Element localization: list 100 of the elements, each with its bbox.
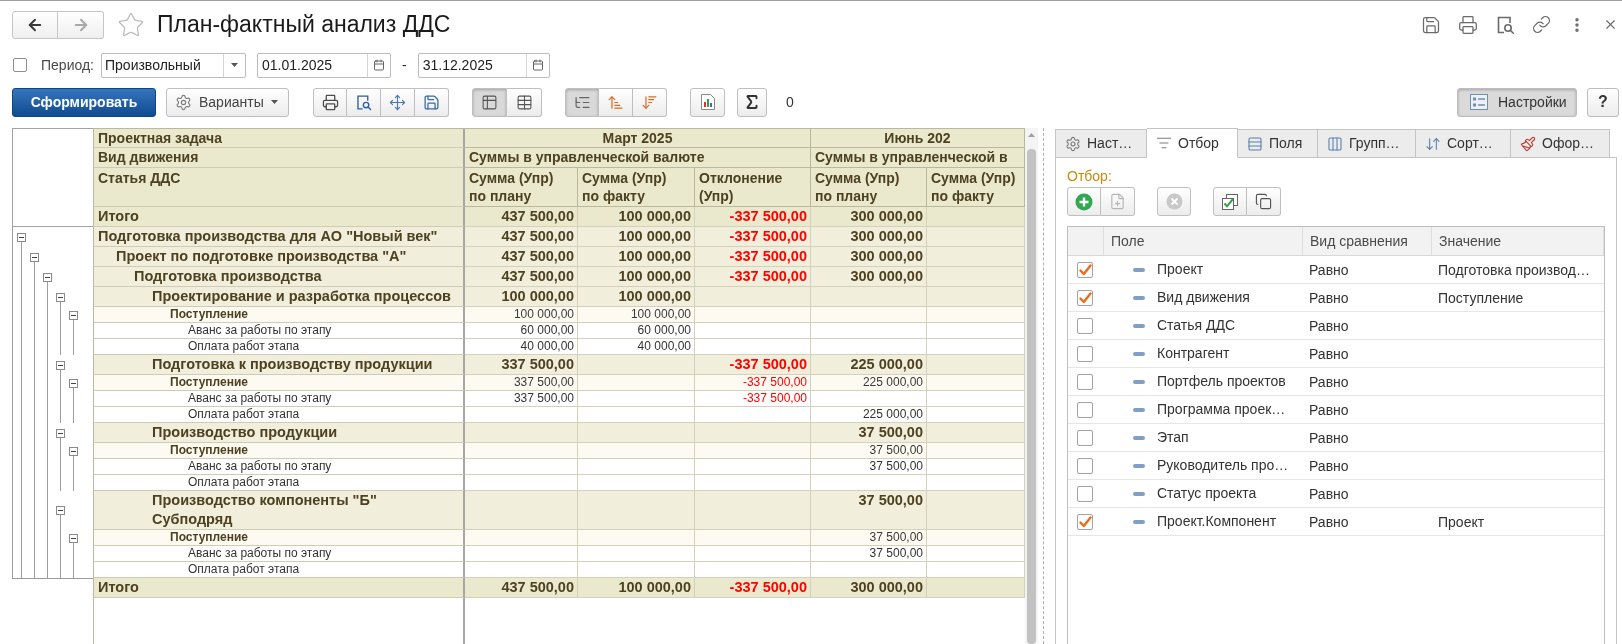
table-cell: 337 500,00 — [465, 391, 578, 407]
table-cell: 300 000,00 — [811, 247, 927, 267]
column-header: Значение — [1432, 227, 1604, 255]
vertical-scrollbar[interactable] — [1025, 128, 1038, 644]
column-group-header: Суммы в управленческой в — [811, 148, 1025, 168]
print-icon[interactable] — [1458, 14, 1478, 35]
collapse-icon[interactable] — [69, 378, 78, 388]
generate-button[interactable]: Сформировать — [12, 87, 156, 117]
preview-button[interactable] — [347, 87, 381, 117]
filter-toolbar-button[interactable] — [1247, 187, 1281, 216]
bar-chart-icon — [699, 93, 716, 111]
gear-icon — [1065, 135, 1081, 152]
row-checkbox[interactable] — [1077, 345, 1093, 362]
back-button[interactable] — [12, 10, 58, 39]
tab[interactable]: Наст… — [1055, 129, 1147, 157]
collapse-icon[interactable] — [43, 272, 52, 282]
view-toggle-button[interactable] — [472, 87, 507, 117]
document-search-icon[interactable] — [1495, 14, 1515, 35]
sort-descending-icon — [641, 93, 658, 111]
row-label: Проект по подготовке производства "А" — [93, 247, 465, 267]
collapse-icon[interactable] — [69, 533, 78, 543]
filter-toolbar-button[interactable] — [1067, 187, 1101, 216]
date-field[interactable]: 01.01.2025 — [257, 52, 391, 78]
settings-button[interactable]: Настройки — [1457, 87, 1577, 117]
checkmark-icon — [1078, 291, 1092, 304]
table-cell: -337 500,00 — [695, 355, 811, 375]
column-header: Вид сравнения — [1303, 227, 1432, 255]
star-icon[interactable] — [117, 10, 145, 39]
chart-button[interactable] — [690, 87, 725, 117]
view-toggle-button[interactable] — [507, 87, 542, 117]
row-checkbox[interactable] — [1077, 317, 1093, 334]
table-cell: 37 500,00 — [811, 443, 927, 459]
collapse-icon[interactable] — [56, 428, 65, 438]
filter-value: Проект — [1438, 513, 1485, 530]
table-cell: 37 500,00 — [811, 459, 927, 475]
tab[interactable]: Групп… — [1318, 129, 1416, 157]
save-icon[interactable] — [1421, 14, 1441, 35]
table-cell: 100 000,00 — [465, 307, 578, 323]
scrollbar-thumb[interactable] — [1027, 149, 1036, 644]
collapse-icon[interactable] — [69, 446, 78, 456]
sum-button[interactable] — [737, 87, 767, 117]
date-separator: - — [402, 55, 407, 75]
row-checkbox[interactable] — [1077, 457, 1093, 474]
period-header: Март 2025 — [465, 129, 811, 148]
row-label: Производство продукции — [93, 423, 465, 443]
row-checkbox[interactable] — [1077, 261, 1093, 278]
list-icon — [1470, 94, 1488, 110]
dash-icon — [1133, 491, 1145, 496]
collapse-icon[interactable] — [69, 310, 78, 320]
table-cell: 100 000,00 — [578, 267, 695, 287]
close-icon[interactable] — [1603, 17, 1618, 32]
row-checkbox[interactable] — [1077, 373, 1093, 390]
tab[interactable]: Поля — [1238, 129, 1318, 157]
tab[interactable]: Сорт… — [1416, 129, 1511, 157]
variants-button[interactable]: Варианты — [166, 87, 289, 117]
period-header: Июнь 202 — [811, 129, 1025, 148]
calendar-icon — [531, 59, 544, 71]
row-checkbox[interactable] — [1077, 401, 1093, 418]
paintbrush-icon — [1520, 135, 1536, 152]
table-cell: 60 000,00 — [578, 323, 695, 339]
column-header: Сумма (Упр) по плану — [465, 168, 578, 207]
row-checkbox[interactable] — [1077, 429, 1093, 446]
table-cell: -337 500,00 — [695, 247, 811, 267]
collapse-icon[interactable] — [17, 232, 26, 242]
comparison-value: Равно — [1309, 429, 1349, 446]
row-checkbox[interactable] — [1077, 485, 1093, 502]
order-toggle-button[interactable] — [565, 87, 599, 117]
table-cell: 40 000,00 — [465, 339, 578, 355]
link-icon[interactable] — [1532, 15, 1551, 34]
order-toggle-button[interactable] — [599, 87, 633, 117]
filter-title: Отбор: — [1067, 168, 1112, 184]
table-cell: 37 500,00 — [811, 530, 927, 546]
order-toggle-button[interactable] — [633, 87, 667, 117]
table-cell: -337 500,00 — [695, 391, 811, 407]
table-cell: -337 500,00 — [695, 267, 811, 287]
row-checkbox[interactable] — [1077, 513, 1093, 530]
filter-toolbar-button[interactable] — [1213, 187, 1247, 216]
collapse-icon[interactable] — [30, 252, 39, 262]
save-button[interactable] — [415, 87, 449, 117]
date-field[interactable]: 31.12.2025 — [417, 52, 550, 78]
table-cell: 37 500,00 — [811, 491, 927, 530]
collapse-icon[interactable] — [56, 360, 65, 370]
collapse-icon[interactable] — [56, 506, 65, 515]
total-label: Итого — [93, 578, 465, 598]
field-name: Проект — [1157, 260, 1204, 279]
row-checkbox[interactable] — [1077, 289, 1093, 306]
tab[interactable]: Офор… — [1511, 129, 1610, 157]
field-name: Статья ДДС — [1157, 316, 1236, 335]
collapse-icon[interactable] — [56, 292, 65, 302]
table-cell: -337 500,00 — [695, 227, 811, 247]
help-button[interactable]: ? — [1587, 87, 1619, 117]
dash-icon — [1133, 379, 1145, 384]
table-cell: 437 500,00 — [465, 247, 578, 267]
table-cell: 100 000,00 — [465, 287, 578, 307]
table-cell: 225 000,00 — [811, 375, 927, 391]
period-type-dropdown[interactable]: Произвольный — [101, 52, 246, 78]
move-button[interactable] — [381, 87, 415, 117]
period-checkbox[interactable] — [13, 58, 27, 72]
print-button[interactable] — [313, 87, 347, 117]
tab[interactable]: Отбор — [1147, 128, 1238, 158]
